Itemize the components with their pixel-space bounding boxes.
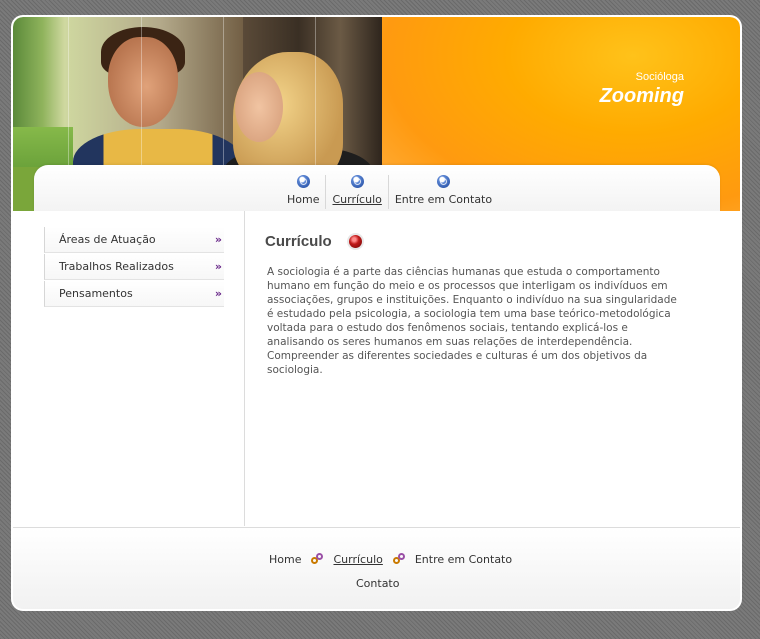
gender-icon	[391, 552, 407, 566]
globe-icon	[350, 175, 364, 188]
content-body: A sociologia é a parte das ciências huma…	[267, 266, 677, 376]
sidebar-item-pensamentos[interactable]: Pensamentos »	[44, 281, 224, 307]
chevron-right-icon: »	[214, 233, 222, 246]
sidebar-item-areas[interactable]: Áreas de Atuação »	[44, 227, 224, 253]
footer: Home Currículo Entre em Contato Contato	[13, 527, 740, 609]
nav-home[interactable]: Home	[281, 175, 325, 209]
sidebar: Áreas de Atuação » Trabalhos Realizados …	[13, 211, 245, 526]
site-brand: Zooming	[599, 85, 684, 107]
nav-contato[interactable]: Entre em Contato	[387, 175, 498, 209]
chevron-right-icon: »	[214, 287, 222, 300]
chevron-right-icon: »	[214, 260, 222, 273]
page-frame: Socióloga Zooming Home Currículo Entre e…	[13, 17, 740, 609]
sidebar-item-label: Áreas de Atuação	[59, 233, 156, 246]
footer-link-home[interactable]: Home	[269, 553, 301, 566]
globe-icon	[436, 175, 450, 188]
sidebar-item-label: Trabalhos Realizados	[59, 260, 174, 273]
red-bullet-icon	[349, 235, 362, 248]
page-title: Currículo	[265, 233, 332, 250]
gender-icon	[309, 552, 325, 566]
top-nav: Home Currículo Entre em Contato	[34, 165, 720, 211]
globe-icon	[296, 175, 310, 188]
footer-link-contato[interactable]: Entre em Contato	[415, 553, 512, 566]
main-content: Currículo A sociologia é a parte das ciê…	[245, 211, 740, 526]
nav-curriculo[interactable]: Currículo	[325, 175, 387, 209]
footer-link-curriculo[interactable]: Currículo	[333, 553, 382, 566]
header-banner: Socióloga Zooming Home Currículo Entre e…	[13, 17, 740, 211]
sidebar-item-label: Pensamentos	[59, 287, 133, 300]
sidebar-item-trabalhos[interactable]: Trabalhos Realizados »	[44, 254, 224, 280]
footer-nav: Home Currículo Entre em Contato	[269, 552, 512, 566]
footer-contact[interactable]: Contato	[356, 577, 399, 590]
site-tagline: Socióloga	[635, 71, 684, 83]
